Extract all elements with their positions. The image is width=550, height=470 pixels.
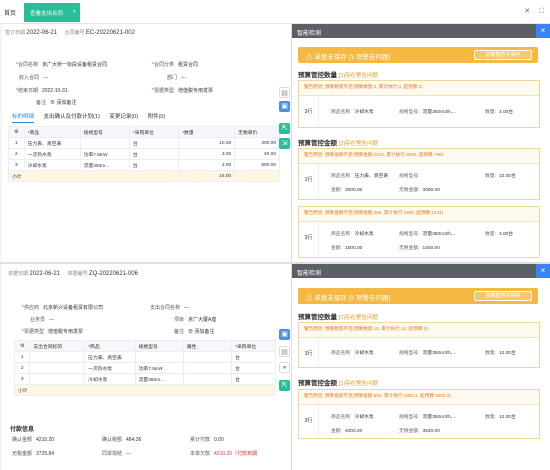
- table-row[interactable]: 3 冷却水泵 流量350m... 台 3.00 500.00: [8, 159, 280, 171]
- link-icon[interactable]: ⚭: [279, 362, 290, 373]
- tab-view-contract[interactable]: 查看支出合同 ×: [24, 3, 80, 22]
- collapse-panel-icon[interactable]: ⇲: [279, 138, 290, 149]
- field-owed: 本单欠款 4210.20（付款到期: [190, 451, 258, 457]
- expand-panel-icon[interactable]: ⇱: [279, 380, 290, 391]
- panel-title: 智能检测: [297, 31, 322, 37]
- table-row[interactable]: 2 一次热水泵 功率7.5KW 台 3.00 40.00: [8, 148, 280, 160]
- tab-label: 查看支出合同: [30, 11, 64, 17]
- field-staff: 业务员 ---: [30, 317, 55, 323]
- field-contract-name: *合同名称 京广大桥一标段设备租赁合同: [16, 62, 107, 68]
- expand-panel-icon[interactable]: ⇱: [279, 123, 290, 134]
- warning-card: 警告原因: 预算数量不足(预算数量:2, 累计执行:3, 超预算:1) 3行 商…: [298, 80, 540, 128]
- table-sum-row: 小计: [14, 384, 276, 396]
- tab-item-details[interactable]: 标的明细: [12, 114, 35, 123]
- section-budget-amount: 预算管控金额 [1]存在警告问题: [298, 380, 378, 387]
- doc-tabs: 标的明细 支出确认及付款计划(1) 变更记录(0) 附件(0): [12, 112, 173, 123]
- table-row[interactable]: 3 冷却水泵 流量350m... 台: [13, 373, 276, 385]
- window-controls: ✕ ⛶: [515, 7, 544, 16]
- settings-icon[interactable]: ⚙: [13, 340, 31, 352]
- doc-meta: 单据日期 2022-06-21 单据编号 ZQ-20220621-006: [8, 271, 138, 277]
- settings-icon[interactable]: ⚙: [8, 126, 25, 138]
- panel-header: 智能检测 ×: [292, 264, 550, 278]
- table-sum-row: 小计 16.00: [7, 170, 280, 182]
- field-income-contract: 收入合同 ---: [19, 75, 49, 81]
- sign-date-value: 2022-06-21: [26, 30, 58, 36]
- field-end-date: *结束日期 2022-10-31: [16, 88, 68, 94]
- contract-no-value: EC-20220621-002: [85, 30, 135, 36]
- table-header: ⚙ 支出合同标的 *商品 规格型号 属性 *采购单位: [13, 340, 276, 352]
- add-remark-link[interactable]: ⊕ 添加备注: [50, 100, 76, 106]
- expand-icon[interactable]: ⛶: [539, 8, 544, 15]
- field-confirm-tax: 确认税额 484.36: [102, 437, 142, 443]
- section-budget-qty: 预算管控数量 [1]存在警告问题: [298, 72, 378, 79]
- close-icon[interactable]: ✕: [524, 8, 530, 15]
- payment-document: 单据日期 2022-06-21 单据编号 ZQ-20220621-006 *供应…: [2, 264, 292, 470]
- table-row[interactable]: 1 压力表、真空表 台: [13, 351, 276, 363]
- items-table: ⚙ 支出合同标的 *商品 规格型号 属性 *采购单位 1 压力表、真空表 台 2…: [13, 340, 276, 396]
- field-contract: 支出合同名称 ---: [150, 305, 190, 311]
- table-row[interactable]: 2 一次热水泵 功率7.5KW 台: [13, 362, 276, 374]
- ignore-and-save-button[interactable]: 忽略警告并保存: [474, 291, 532, 301]
- warning-card: 警告原因: 预算数量不足(预算数量:10, 累计执行:12, 超预算:2) 3行…: [298, 322, 540, 368]
- field-invoice-type: *票据类型 增值税专用发票: [22, 329, 83, 335]
- tab-payment-plan[interactable]: 支出确认及付款计划(1): [44, 114, 100, 120]
- inbox-icon[interactable]: ▣: [279, 101, 290, 112]
- smart-check-panel: 智能检测 × ⚠ 单据未保存 [3 项警告问题] 忽略警告并保存 预算管控数量 …: [291, 264, 550, 470]
- items-table: ⚙ *商品 规格型号 *采购单位 *数量 无税单价 1 压力表、真空表 台 10…: [7, 126, 280, 182]
- document-icon[interactable]: ▤: [279, 346, 290, 357]
- tab-attachments[interactable]: 附件(0): [148, 114, 166, 120]
- tab-change-log[interactable]: 变更记录(0): [109, 114, 138, 120]
- top-bar: 首页 查看支出合同 × ✕ ⛶: [0, 0, 550, 24]
- panel-title: 智能检测: [297, 271, 322, 277]
- field-confirm-amount: 确认金额 4210.20: [12, 437, 55, 443]
- field-sync-settle: 同单现结 ---: [102, 451, 132, 457]
- document-icon[interactable]: ▤: [279, 87, 290, 98]
- field-dept: 部门 ---: [167, 75, 187, 81]
- field-project: 项目 京广大厦A座: [174, 317, 217, 323]
- field-invoice-type: *票据类型 增值税专用发票: [152, 88, 213, 94]
- warning-card: 警告原因: 预算金额不足(预算金额:800, 累计执行:4000.2, 超预算:…: [298, 389, 540, 439]
- table-row[interactable]: 1 压力表、真空表 台 10.00 300.00: [8, 137, 280, 149]
- field-supplier: *供应商 北京新兴设备租赁有限公司: [22, 305, 103, 311]
- panel-close-icon[interactable]: ×: [536, 264, 550, 278]
- contract-no-label: 合同编号: [64, 30, 85, 36]
- doc-meta: 签订日期 2022-06-21 合同编号 EC-20220621-002: [5, 29, 141, 36]
- ignore-and-save-button[interactable]: 忽略警告并保存: [474, 50, 532, 60]
- contract-document: 签订日期 2022-06-21 合同编号 EC-20220621-002 *合同…: [2, 24, 292, 262]
- field-remark: 备注 ⊕ 添加备注: [36, 100, 77, 106]
- field-category: *合同分类 租赁合同: [152, 62, 198, 68]
- screen-contract-view: 首页 查看支出合同 × ✕ ⛶ 签订日期 2022-06-21 合同编号 EC-2…: [0, 0, 550, 262]
- home-tab[interactable]: 首页: [4, 8, 16, 17]
- inbox-icon[interactable]: ▣: [279, 329, 290, 340]
- panel-close-icon[interactable]: ×: [536, 24, 550, 38]
- add-remark-link[interactable]: ⊕ 添加备注: [188, 329, 214, 335]
- field-notax-amount: 无税金额 3725.84: [12, 451, 55, 457]
- warning-card: 警告原因: 预算金额不足(预算金额:2214, 累计执行:3000, 超预算:7…: [298, 148, 540, 200]
- smart-check-panel: 智能检测 × ⚠ 单据未保存 [3 项警告问题] 忽略警告并保存 预算管控数量 …: [291, 24, 550, 262]
- section-budget-amount: 预算管控金额 [2]存在警告问题: [298, 140, 378, 147]
- tab-close-icon[interactable]: ×: [73, 9, 76, 15]
- field-remark: 备注 ⊕ 添加备注: [174, 329, 215, 335]
- warning-banner: ⚠ 单据未保存 [3 项警告问题] 忽略警告并保存: [298, 288, 538, 304]
- payment-info-title: 付款信息: [10, 427, 35, 433]
- table-header: ⚙ *商品 规格型号 *采购单位 *数量 无税单价: [8, 126, 280, 138]
- panel-header: 智能检测 ×: [292, 24, 550, 38]
- section-budget-qty: 预算管控数量 [1]存在警告问题: [298, 314, 378, 321]
- sign-date-label: 签订日期: [5, 30, 26, 36]
- warning-banner: ⚠ 单据未保存 [3 项警告问题] 忽略警告并保存: [298, 47, 538, 63]
- warning-card: 警告原因: 预算金额不足(预算金额:256, 累计执行:1500, 超预算:12…: [298, 206, 540, 258]
- screen-payment-confirm: 单据日期 2022-06-21 单据编号 ZQ-20220621-006 *供应…: [0, 262, 550, 470]
- field-paid-total: 累计付款 0.00: [190, 437, 224, 443]
